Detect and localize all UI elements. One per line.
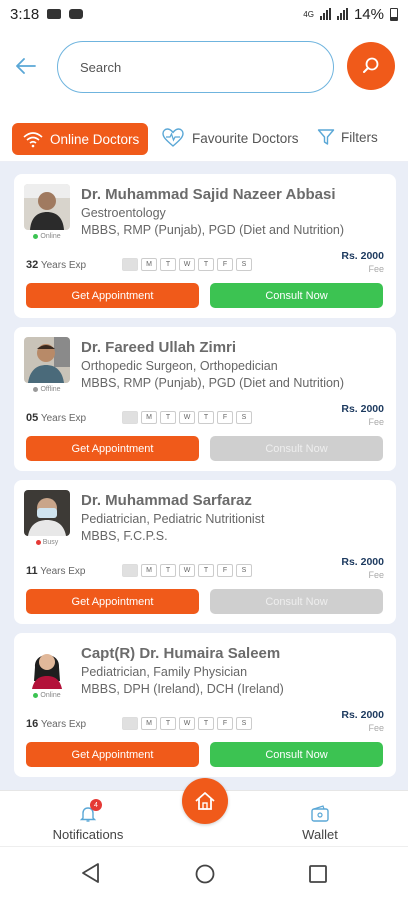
- tab-filters[interactable]: Filters: [317, 128, 378, 146]
- status-indicator: Offline: [24, 386, 70, 393]
- online-dot-icon: [33, 234, 39, 239]
- doctor-specialty: Orthopedic Surgeon, Orthopedician: [81, 359, 278, 373]
- status-bar: 3:18 4G 14%: [0, 0, 408, 28]
- wifi-icon: [23, 132, 43, 148]
- nav-notifications[interactable]: 4 Notifications: [40, 799, 136, 842]
- get-appointment-button[interactable]: Get Appointment: [26, 283, 199, 308]
- consultation-fee: Rs. 2000: [341, 250, 384, 262]
- consultation-fee: Rs. 2000: [341, 403, 384, 415]
- system-back-icon[interactable]: [80, 862, 102, 884]
- consultation-fee: Rs. 2000: [341, 556, 384, 568]
- home-icon: [195, 792, 215, 810]
- battery-percent: 14%: [353, 5, 384, 23]
- tab-favourite-doctors[interactable]: Favourite Doctors: [162, 128, 299, 148]
- heart-icon: [162, 128, 184, 147]
- doctor-qualifications: MBBS, RMP (Punjab), PGD (Diet and Nutrit…: [81, 376, 345, 390]
- notification-badge: 4: [90, 799, 102, 811]
- availability-days: SMTWTFS: [122, 564, 252, 577]
- doctor-list: Online Dr. Muhammad Sajid Nazeer Abbasi …: [0, 162, 408, 790]
- doctor-name: Dr. Fareed Ullah Zimri: [81, 339, 237, 356]
- offline-dot-icon: [33, 387, 39, 392]
- doctor-qualifications: MBBS, RMP (Punjab), PGD (Diet and Nutrit…: [81, 223, 345, 237]
- search-button[interactable]: [347, 42, 395, 90]
- status-indicator: Online: [24, 692, 70, 699]
- fee-label: Fee: [368, 723, 384, 733]
- availability-days: SMTWTFS: [122, 717, 252, 730]
- availability-days: SMTWTFS: [122, 258, 252, 271]
- network-type: 4G: [303, 9, 314, 19]
- doctor-card[interactable]: Offline Dr. Fareed Ullah Zimri Orthopedi…: [14, 327, 396, 471]
- mail-icon: [47, 9, 62, 19]
- nav-wallet-label: Wallet: [302, 827, 338, 842]
- doctor-qualifications: MBBS, F.C.P.S.: [81, 529, 168, 543]
- system-recent-apps-icon[interactable]: [309, 865, 327, 883]
- nav-notifications-label: Notifications: [52, 827, 124, 842]
- system-home-icon[interactable]: [194, 863, 216, 885]
- doctor-card[interactable]: Online Dr. Muhammad Sajid Nazeer Abbasi …: [14, 174, 396, 318]
- busy-dot-icon: [35, 540, 41, 545]
- header: [0, 28, 408, 116]
- tab-online-label: Online Doctors: [50, 131, 140, 147]
- battery-icon: [390, 7, 398, 21]
- home-button[interactable]: [182, 778, 228, 824]
- experience: 05 Years Exp: [26, 412, 87, 424]
- experience: 32 Years Exp: [26, 259, 87, 271]
- consult-now-button[interactable]: Consult Now: [210, 283, 383, 308]
- avatar: [24, 490, 70, 536]
- doctor-name: Capt(R) Dr. Humaira Saleem: [81, 645, 281, 662]
- doctor-card[interactable]: Busy Dr. Muhammad Sarfaraz Pediatrician,…: [14, 480, 396, 624]
- doctor-specialty: Pediatrician, Pediatric Nutritionist: [81, 512, 265, 526]
- doctor-card[interactable]: Online Capt(R) Dr. Humaira Saleem Pediat…: [14, 633, 396, 777]
- nav-wallet[interactable]: Wallet: [272, 803, 368, 842]
- consult-now-button[interactable]: Consult Now: [210, 436, 383, 461]
- doctor-tabs: Online Doctors Favourite Doctors Filters: [0, 116, 408, 162]
- status-time: 3:18: [10, 5, 40, 23]
- avatar: [24, 643, 70, 689]
- doctor-specialty: Gestroentology: [81, 206, 166, 220]
- doctor-specialty: Pediatrician, Family Physician: [81, 665, 248, 679]
- status-indicator: Busy: [24, 539, 70, 546]
- doctor-qualifications: MBBS, DPH (Ireland), DCH (Ireland): [81, 682, 284, 696]
- system-navigation-bar: [0, 846, 408, 900]
- avatar: [24, 184, 70, 230]
- back-button[interactable]: [16, 56, 44, 78]
- tab-favourite-label: Favourite Doctors: [192, 130, 299, 146]
- search-icon: [363, 57, 379, 73]
- get-appointment-button[interactable]: Get Appointment: [26, 589, 199, 614]
- avatar: [24, 337, 70, 383]
- consultation-fee: Rs. 2000: [341, 709, 384, 721]
- online-dot-icon: [33, 693, 39, 698]
- youtube-icon: [69, 9, 84, 19]
- fee-label: Fee: [368, 264, 384, 274]
- status-indicator: Online: [24, 233, 70, 240]
- availability-days: SMTWTFS: [122, 411, 252, 424]
- experience: 16 Years Exp: [26, 718, 87, 730]
- consult-now-button[interactable]: Consult Now: [210, 742, 383, 767]
- tab-online-doctors[interactable]: Online Doctors: [12, 123, 148, 155]
- signal-icon-2: [336, 8, 348, 20]
- fee-label: Fee: [368, 570, 384, 580]
- arrow-left-icon: [16, 58, 36, 74]
- get-appointment-button[interactable]: Get Appointment: [26, 436, 199, 461]
- wallet-icon: [311, 805, 329, 822]
- get-appointment-button[interactable]: Get Appointment: [26, 742, 199, 767]
- doctor-name: Dr. Muhammad Sajid Nazeer Abbasi: [81, 186, 336, 203]
- filter-icon: [317, 129, 335, 145]
- tab-filters-label: Filters: [341, 129, 378, 145]
- consult-now-button[interactable]: Consult Now: [210, 589, 383, 614]
- fee-label: Fee: [368, 417, 384, 427]
- doctor-name: Dr. Muhammad Sarfaraz: [81, 492, 252, 509]
- signal-icon: [319, 8, 331, 20]
- search-field[interactable]: [57, 41, 334, 93]
- experience: 11 Years Exp: [26, 565, 86, 577]
- search-input[interactable]: [80, 59, 333, 75]
